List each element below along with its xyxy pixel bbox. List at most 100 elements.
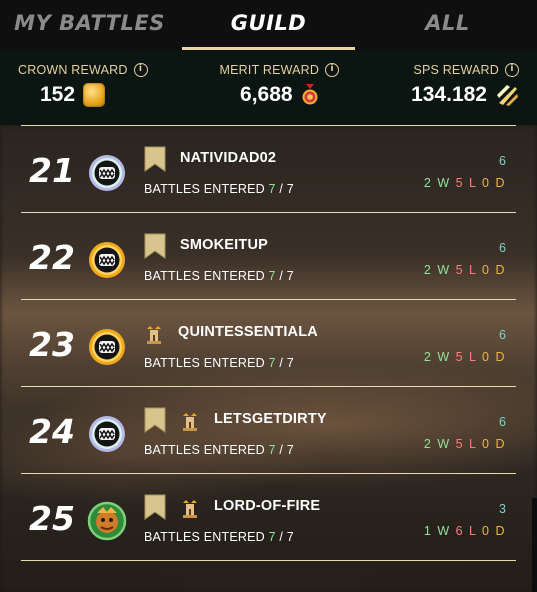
battles-separator: / (279, 443, 284, 457)
wins-count: 1 (423, 524, 433, 538)
rank-number: 21 (29, 151, 75, 190)
wins-label: W (437, 263, 451, 277)
battles-total: 7 (286, 182, 294, 196)
guild-member-row[interactable]: 25 LORD-OF-FIRE BATTLES ENTERED 7 / 7 3 1 W … (21, 474, 516, 560)
losses-count: 5 (455, 350, 465, 364)
battles-total: 7 (286, 356, 294, 370)
losses-label: L (469, 176, 478, 190)
score-value: 6 (499, 328, 506, 342)
losses-label: L (469, 263, 478, 277)
battles-total: 7 (286, 530, 294, 544)
draws-label: D (495, 176, 506, 190)
draws-label: D (495, 263, 506, 277)
battles-entered: BATTLES ENTERED 7 / 7 (144, 269, 294, 283)
draws-count: 0 (482, 263, 491, 277)
losses-label: L (469, 437, 478, 451)
battles-entered-label: BATTLES ENTERED (144, 530, 265, 544)
guild-battle-list: 21 NATIVIDAD02 BATTLES ENTERED 7 / 762 W 5… (21, 125, 516, 561)
guild-member-row[interactable]: 21 NATIVIDAD02 BATTLES ENTERED 7 / 7 6 2 W 5… (21, 126, 516, 212)
win-loss-record: 2 W 5 L 0 D (424, 437, 506, 451)
sps-reward-label: SPS REWARD (413, 63, 499, 77)
castle-icon (180, 499, 200, 519)
tab-my-battles[interactable]: MY BATTLES (0, 0, 179, 51)
score-value: 6 (499, 241, 506, 255)
wins-label: W (437, 437, 451, 451)
crown-reward: CROWN REWARD i 152 (18, 51, 148, 125)
battles-separator: / (279, 356, 284, 370)
info-icon[interactable]: i (505, 63, 519, 77)
battles-entered: BATTLES ENTERED 7 / 7 (144, 182, 294, 196)
player-name[interactable]: SMOKEITUP (180, 237, 268, 253)
draws-count: 0 (482, 437, 491, 451)
battles-entered-count: 7 (268, 443, 276, 457)
battles-separator: / (279, 530, 284, 544)
merit-reward: MERIT REWARD i 6,688 (220, 51, 340, 125)
info-icon[interactable]: i (133, 63, 148, 77)
battles-entered: BATTLES ENTERED 7 / 7 (144, 443, 294, 457)
tab-guild[interactable]: GUILD (179, 0, 358, 51)
flag-icon (144, 494, 166, 520)
league-badge-icon (87, 327, 127, 367)
battles-total: 7 (286, 269, 294, 283)
sps-reward: SPS REWARD i 134.182 (411, 51, 519, 125)
draws-count: 0 (482, 524, 491, 538)
losses-count: 6 (455, 524, 465, 538)
guild-member-row[interactable]: 22 SMOKEITUP BATTLES ENTERED 7 / 7 6 2 W 5 L… (21, 213, 516, 299)
losses-count: 5 (455, 263, 465, 277)
wins-count: 2 (423, 263, 433, 277)
merit-medal-icon (302, 84, 318, 105)
wins-count: 2 (423, 437, 433, 451)
win-loss-record: 2 W 5 L 0 D (424, 263, 506, 277)
flag-icon (144, 407, 166, 433)
crown-reward-label: CROWN REWARD (18, 63, 128, 77)
losses-label: L (469, 350, 478, 364)
rewards-panel: CROWN REWARD i 152 MERIT REWARD i 6,688 … (0, 51, 537, 125)
wins-count: 2 (423, 350, 433, 364)
battles-entered-count: 7 (268, 269, 276, 283)
guild-member-row[interactable]: 24 LETSGETDIRTY BATTLES ENTERED 7 / 7 6 2 W … (21, 387, 516, 473)
draws-count: 0 (482, 350, 491, 364)
scrollbar[interactable] (532, 498, 537, 592)
battles-entered-count: 7 (268, 530, 276, 544)
flag-icon (144, 146, 166, 172)
merit-reward-value: 6,688 (240, 83, 293, 106)
win-loss-record: 2 W 5 L 0 D (424, 350, 506, 364)
battles-total: 7 (286, 443, 294, 457)
score-value: 6 (499, 154, 506, 168)
losses-count: 5 (455, 176, 465, 190)
battle-tabs: MY BATTLES GUILD ALL (0, 0, 537, 51)
losses-label: L (469, 524, 478, 538)
player-name[interactable]: QUINTESSENTIALA (178, 324, 318, 340)
tab-all[interactable]: ALL (358, 0, 537, 51)
rank-number: 25 (29, 499, 75, 538)
wins-label: W (437, 524, 451, 538)
draws-label: D (495, 437, 506, 451)
battles-separator: / (279, 182, 284, 196)
wins-label: W (437, 176, 451, 190)
draws-count: 0 (482, 176, 491, 190)
rank-number: 24 (29, 412, 75, 451)
battles-entered-count: 7 (268, 182, 276, 196)
league-badge-icon (87, 153, 127, 193)
flag-icon (144, 233, 166, 259)
battles-entered: BATTLES ENTERED 7 / 7 (144, 530, 294, 544)
draws-label: D (495, 524, 506, 538)
wins-label: W (437, 350, 451, 364)
crown-reward-value: 152 (40, 83, 76, 106)
player-name[interactable]: LETSGETDIRTY (214, 411, 327, 427)
wins-count: 2 (423, 176, 433, 190)
battles-entered: BATTLES ENTERED 7 / 7 (144, 356, 294, 370)
battles-separator: / (279, 269, 284, 283)
battles-entered-label: BATTLES ENTERED (144, 356, 265, 370)
losses-count: 5 (455, 437, 465, 451)
player-name[interactable]: LORD-OF-FIRE (214, 498, 320, 514)
castle-icon (180, 412, 200, 432)
win-loss-record: 2 W 5 L 0 D (424, 176, 506, 190)
guild-member-row[interactable]: 23 QUINTESSENTIALA BATTLES ENTERED 7 / 7 6 2… (21, 300, 516, 386)
merit-reward-label: MERIT REWARD (219, 63, 320, 77)
info-icon[interactable]: i (325, 63, 340, 77)
draws-label: D (495, 350, 506, 364)
row-divider (21, 560, 516, 561)
player-name[interactable]: NATIVIDAD02 (180, 150, 276, 166)
battles-entered-label: BATTLES ENTERED (144, 269, 265, 283)
